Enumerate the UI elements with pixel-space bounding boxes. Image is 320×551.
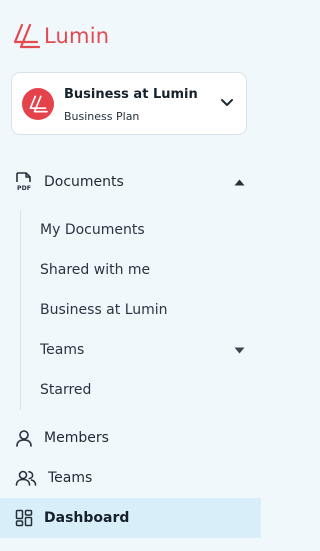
dashboard-icon	[14, 508, 34, 528]
workspace-name: Business at Lumin	[64, 87, 198, 102]
sidebar-subitem-shared-with-me[interactable]: Shared with me	[0, 250, 261, 290]
sidebar-subitem-starred[interactable]: Starred	[0, 370, 261, 410]
sidebar-item-label: Teams	[48, 470, 93, 486]
caret-up-icon[interactable]	[234, 179, 245, 186]
brand-name: Lumin	[44, 24, 110, 48]
caret-down-icon[interactable]	[234, 347, 245, 354]
lumin-logo-icon	[13, 23, 40, 49]
sidebar-subitem-teams[interactable]: Teams	[0, 330, 261, 370]
workspace-plan: Business Plan	[64, 110, 140, 123]
sidebar-subitem-label: Business at Lumin	[40, 302, 168, 318]
pdf-file-icon: PDF	[14, 172, 34, 192]
sidebar-item-label: Dashboard	[44, 510, 130, 526]
sidebar-item-teams[interactable]: Teams	[0, 458, 261, 498]
lumin-logo-icon	[29, 95, 48, 113]
sidebar-subitem-label: Starred	[40, 382, 92, 398]
sidebar-subitem-label: My Documents	[40, 222, 145, 238]
sidebar-subitem-label: Teams	[40, 342, 85, 358]
workspace-avatar	[22, 88, 54, 120]
sidebar-item-documents[interactable]: PDF Documents	[0, 162, 261, 202]
sidebar-item-label: Members	[44, 430, 109, 446]
sidebar-item-label: Documents	[44, 174, 124, 190]
svg-text:PDF: PDF	[17, 185, 31, 192]
sidebar-item-members[interactable]: Members	[0, 418, 261, 458]
brand-logo[interactable]: Lumin	[12, 22, 109, 50]
users-icon	[15, 468, 37, 488]
sidebar-item-dashboard[interactable]: Dashboard	[0, 498, 261, 538]
chevron-down-icon[interactable]	[220, 98, 234, 108]
sidebar-subitem-my-documents[interactable]: My Documents	[0, 210, 261, 250]
sidebar-subitem-label: Shared with me	[40, 262, 151, 278]
user-icon	[14, 428, 34, 448]
workspace-switcher[interactable]: Business at Lumin Business Plan	[11, 72, 247, 135]
sidebar-subitem-business-at-lumin[interactable]: Business at Lumin	[0, 290, 261, 330]
